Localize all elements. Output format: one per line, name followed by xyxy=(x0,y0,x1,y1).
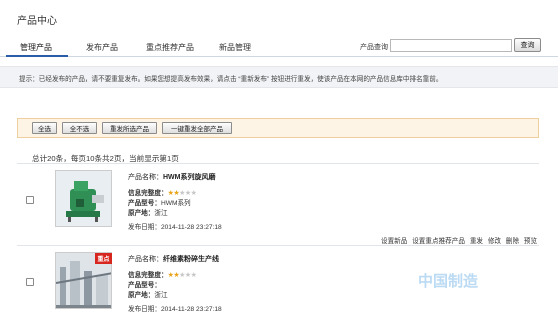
tab-new-products[interactable]: 新品管理 xyxy=(219,42,251,53)
set-featured-link[interactable]: 设置重点推荐产品 xyxy=(412,238,465,245)
republish-all-button[interactable]: 一键重发全部产品 xyxy=(162,122,232,134)
product-checkbox[interactable] xyxy=(26,278,34,286)
delete-link[interactable]: 删除 xyxy=(506,238,519,245)
product-model: 产品型号：HWM系列 xyxy=(128,200,191,207)
completeness-stars: ★★★★★ xyxy=(167,190,197,197)
product-thumbnail[interactable] xyxy=(55,170,112,227)
search-button[interactable]: 查询 xyxy=(514,38,541,52)
product-completeness: 信息完整度：★★★★★ xyxy=(128,272,197,279)
edit-link[interactable]: 修改 xyxy=(488,238,501,245)
featured-badge: 重点 xyxy=(95,253,112,264)
tab-manage-products[interactable]: 管理产品 xyxy=(20,42,52,53)
republish-link[interactable]: 重发 xyxy=(470,238,483,245)
set-new-link[interactable]: 设置新品 xyxy=(381,238,407,245)
tab-publish-product[interactable]: 发布产品 xyxy=(86,42,118,53)
select-none-button[interactable]: 全不选 xyxy=(62,122,97,134)
search-input[interactable] xyxy=(390,39,512,52)
tip-text: 提示：已经发布的产品，请不要重复发布。如果您想提高发布效果，请点击 “重新发布”… xyxy=(19,76,443,83)
row-actions: 设置新品 设置重点推荐产品 重发 修改 删除 预览 xyxy=(381,235,540,245)
row-divider xyxy=(17,245,539,246)
page-title: 产品中心 xyxy=(17,16,57,27)
product-origin: 原产地：浙江 xyxy=(128,210,168,217)
republish-selected-button[interactable]: 重发所选产品 xyxy=(102,122,157,134)
completeness-stars: ★★★★★ xyxy=(167,272,197,279)
product-model: 产品型号： xyxy=(128,282,161,289)
product-origin: 原产地：浙江 xyxy=(128,292,168,299)
watermark: 中国制造 xyxy=(418,273,479,290)
machine-photo-icon xyxy=(56,171,111,226)
product-date: 发布日期：2014-11-28 23:27:18 xyxy=(128,224,222,231)
preview-link[interactable]: 预览 xyxy=(524,238,537,245)
product-checkbox[interactable] xyxy=(26,196,34,204)
tab-featured-products[interactable]: 重点推荐产品 xyxy=(146,42,194,53)
search-label: 产品查询 xyxy=(360,44,388,51)
product-name[interactable]: 产品名称：纤维素粉碎生产线 xyxy=(128,254,219,264)
product-date: 发布日期：2014-11-28 23:27:18 xyxy=(128,306,222,313)
product-name[interactable]: 产品名称：HWM系列旋风磨 xyxy=(128,172,216,182)
active-tab-indicator xyxy=(6,55,68,57)
product-completeness: 信息完整度：★★★★★ xyxy=(128,190,197,197)
select-all-button[interactable]: 全选 xyxy=(32,122,57,134)
